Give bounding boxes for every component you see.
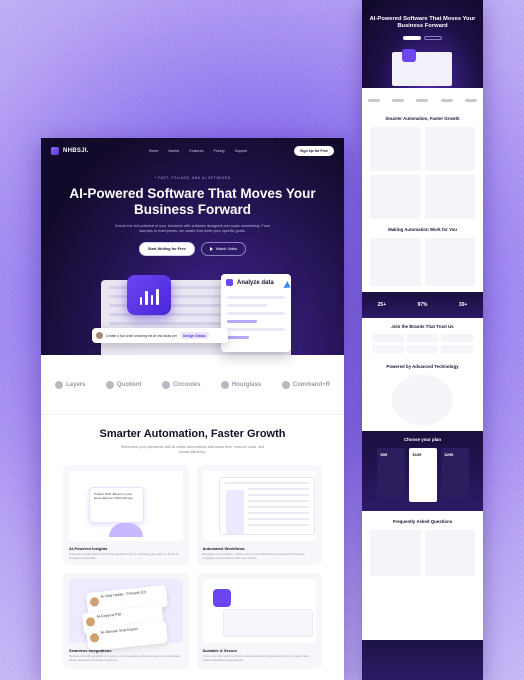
table-preview <box>222 609 313 637</box>
chat-name: AI-Copycat Pair <box>96 612 122 619</box>
hero-title: AI-Powered Software That Moves Your Busi… <box>69 186 316 217</box>
feature-card-integrations[interactable]: Ai Chat Habits - Pinnacle Ed AI-Copycat … <box>63 573 189 669</box>
nav-link-home[interactable]: Home <box>149 149 159 153</box>
features-title: Smarter Automation, Faster Growth <box>99 428 286 440</box>
logo-hourglass-label: Hourglass <box>231 381 262 388</box>
side-hero-buttons <box>362 36 483 40</box>
landing-page-preview: NHBSJI. Home Market Features Pricing Sup… <box>41 138 344 680</box>
stat-value: 97% <box>417 302 428 308</box>
users-icon <box>212 589 231 607</box>
avatar <box>85 616 96 627</box>
side-primary-button[interactable] <box>403 36 421 40</box>
feature-title: AI-Powered Insights <box>69 546 108 551</box>
feature-card-insights[interactable]: Today’s Brief: Based on your latest data… <box>63 465 189 565</box>
analyze-label: Analyze data <box>237 279 274 286</box>
logo-quotient: Quotient <box>105 380 142 389</box>
commandr-icon <box>281 380 290 389</box>
hero-tag: + FAST, FOLIAGE, AND AI-OPTIMIZED <box>154 176 231 180</box>
full-page-preview: AI-Powered Software That Moves Your Busi… <box>362 0 483 680</box>
price-value: $199 <box>412 452 422 457</box>
nav-links: Home Market Features Pricing Support <box>149 149 247 153</box>
watch-video-label: Watch Video <box>215 246 238 251</box>
feature-desc: Grow your effortlessly with the tools en… <box>202 654 313 662</box>
ai-prompt-bar[interactable]: Create a bar chart showing the at risk t… <box>92 328 228 343</box>
stats-band: 25+ 97% 30+ <box>362 292 483 318</box>
stat-value: 30+ <box>458 302 468 308</box>
side-dashboard <box>392 49 452 86</box>
logo-layers: Layers <box>55 380 86 389</box>
feature-desc: Eliminate manual effort, reduce errors a… <box>202 552 305 560</box>
workflow-screenshot <box>218 477 315 535</box>
feature-title: Automated Workflows <box>202 546 245 551</box>
avatar <box>89 596 100 607</box>
feature-desc: Automate routine tasks so that up valuab… <box>69 552 180 560</box>
price-card[interactable]: $199 <box>408 448 437 502</box>
analyze-icon <box>226 279 233 286</box>
price-value: $299 <box>444 452 454 457</box>
brand-logo[interactable]: NHBSJI. <box>51 147 89 155</box>
bubble-text: Today’s Brief: Based on your latest data… <box>94 492 134 500</box>
layers-icon <box>55 380 63 389</box>
brand-name: NHBSJI. <box>63 148 89 154</box>
side-section-title: Choose your plan <box>403 437 442 442</box>
start-writing-button[interactable]: Start Writing for Free <box>138 241 195 256</box>
logo-icon <box>51 147 59 155</box>
avatar <box>89 632 100 643</box>
feature-desc: Reduce in-depth analytics to improve you… <box>69 654 181 662</box>
pricing-section: Choose your plan $99 $199 $299 <box>362 431 483 511</box>
nav-link-pricing[interactable]: Pricing <box>214 149 225 153</box>
prompt-chip[interactable]: Design Status <box>180 332 209 339</box>
feature-title: Seamless Integrations <box>69 648 112 653</box>
partner-logos: Layers Quotient Circooles Hourglass Comm… <box>41 355 344 415</box>
feature-card-workflows[interactable]: Automated Workflows Eliminate manual eff… <box>196 465 322 565</box>
side-hero-title: AI-Powered Software That Moves Your Busi… <box>369 16 476 29</box>
price-card[interactable]: $99 <box>376 448 405 498</box>
watch-video-button[interactable]: Watch Video <box>200 241 247 256</box>
bar-chart-icon <box>402 49 416 62</box>
chat-name: AI Ultimate Seat Expert <box>100 626 138 635</box>
signup-button[interactable]: Sign Up for Free <box>294 146 334 156</box>
logo-circooles: Circooles <box>162 380 201 389</box>
nav-link-market[interactable]: Market <box>168 149 179 153</box>
price-card[interactable]: $299 <box>440 448 469 498</box>
side-section-title: Powered by Advanced Technology <box>386 364 459 369</box>
analyze-data-card: Analyze data <box>221 274 291 352</box>
side-logos <box>362 88 483 112</box>
hourglass-icon <box>220 380 229 389</box>
chat-name: Ai Chat Habits - Pinnacle Ed <box>100 590 146 599</box>
features-subtitle: Streamline your operations with AI-drive… <box>120 445 265 454</box>
quotient-icon <box>105 380 114 389</box>
hero-section: NHBSJI. Home Market Features Pricing Sup… <box>41 138 344 355</box>
logo-circooles-label: Circooles <box>173 381 201 388</box>
prompt-text: Create a bar chart showing the at risk t… <box>106 333 178 338</box>
right-edge-strip <box>494 0 524 680</box>
side-hero: AI-Powered Software That Moves Your Busi… <box>362 0 483 88</box>
price-value: $99 <box>380 452 388 457</box>
bar-chart-icon <box>127 275 171 315</box>
feature-title: Scalable & Secure <box>202 648 238 653</box>
feature-card-secure[interactable]: Scalable & Secure Grow your effortlessly… <box>196 573 322 669</box>
nav-link-features[interactable]: Features <box>189 149 203 153</box>
avatar <box>96 332 103 339</box>
logo-commandr: Command+R <box>281 380 330 389</box>
play-icon <box>209 246 213 251</box>
hero-subtitle: Unlock the full potential of your busine… <box>114 224 271 234</box>
nav-link-support[interactable]: Support <box>235 149 248 153</box>
purple-blob-shape <box>109 523 143 537</box>
logo-hourglass: Hourglass <box>220 380 262 389</box>
logo-layers-label: Layers <box>66 381 86 388</box>
side-secondary-button[interactable] <box>424 36 442 40</box>
ai-brief-bubble: Today’s Brief: Based on your latest data… <box>89 487 144 523</box>
logo-quotient-label: Quotient <box>116 381 142 388</box>
top-nav: NHBSJI. Home Market Features Pricing Sup… <box>41 138 344 164</box>
hero-cta-row: Start Writing for Free Watch Video <box>41 241 344 256</box>
circooles-icon <box>162 380 171 389</box>
stat-value: 25+ <box>377 302 387 308</box>
side-footer <box>362 640 483 680</box>
logo-commandr-label: Command+R <box>292 381 330 388</box>
features-grid: Today’s Brief: Based on your latest data… <box>41 455 344 669</box>
